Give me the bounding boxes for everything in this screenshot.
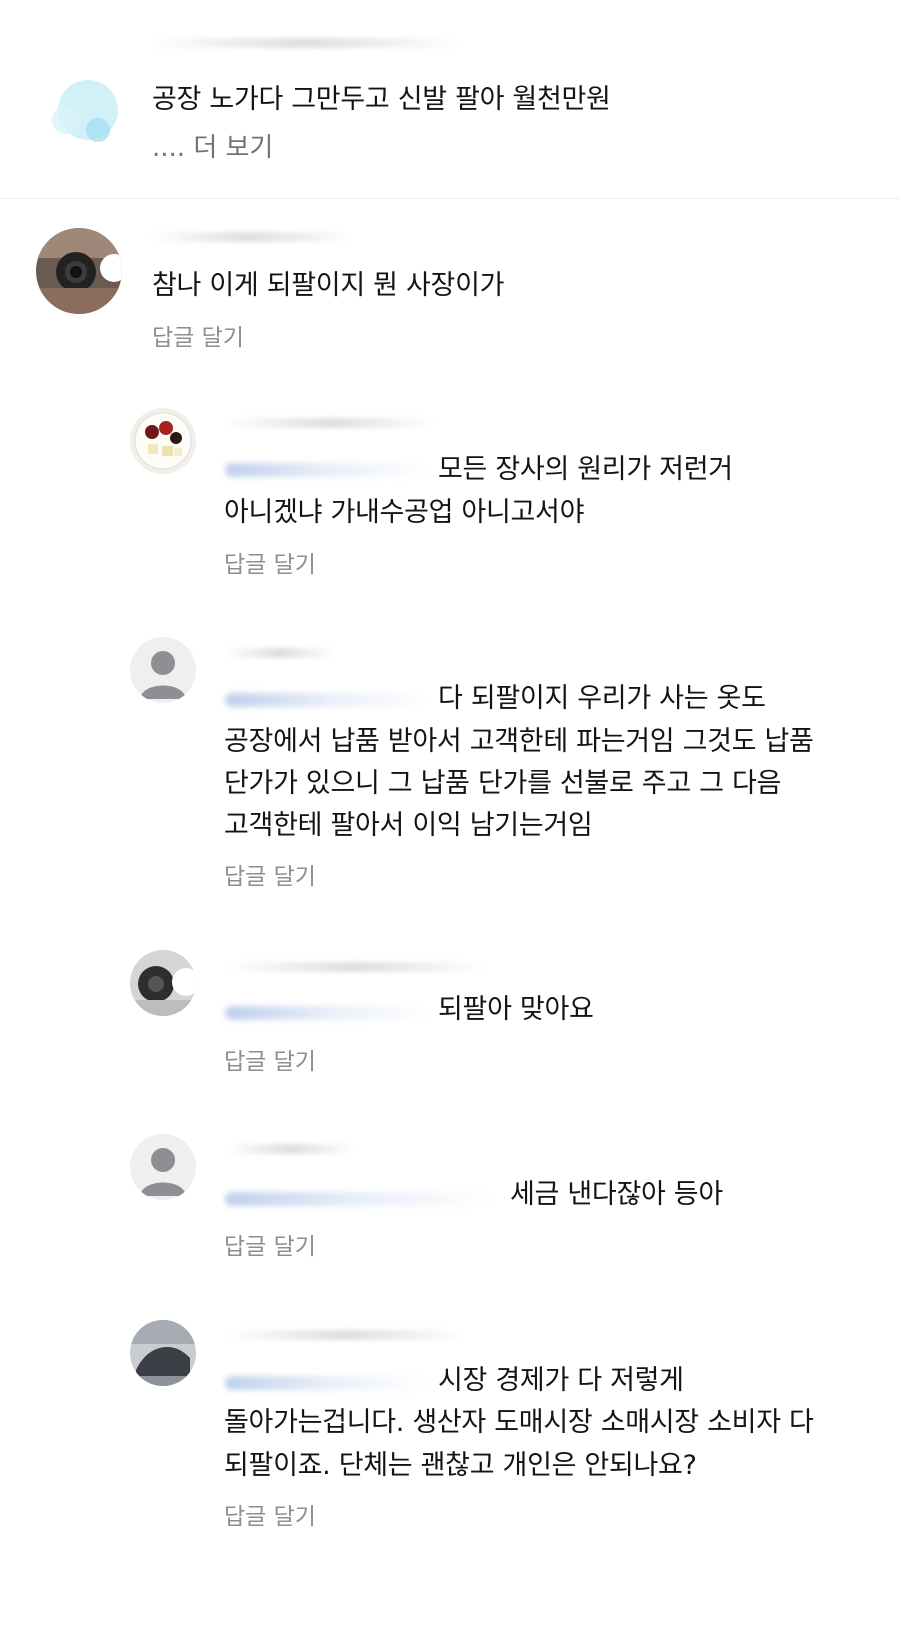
reply-button[interactable]: 답글 달기 <box>224 1042 316 1076</box>
reply-text-line: 시장 경제가 다 저렇게 <box>438 1365 684 1396</box>
reply-avatar[interactable] <box>130 950 196 1016</box>
reply-avatar[interactable] <box>130 408 196 474</box>
reply-avatar[interactable] <box>130 1320 196 1386</box>
reply-button[interactable]: 답글 달기 <box>224 1497 316 1531</box>
reply-text-line: 모든 장사의 원리가 저런거 <box>438 454 733 485</box>
reply-text-line: 아니겠냐 가내수공업 아니고서야 <box>224 497 585 528</box>
mention-redacted <box>225 693 430 707</box>
reply-username-redacted <box>225 648 335 658</box>
comment-text: 참나 이게 되팔이지 뭔 사장이가 <box>152 270 505 301</box>
see-more-link[interactable]: .... 더 보기 <box>152 127 273 164</box>
reply-button[interactable]: 답글 달기 <box>152 318 244 352</box>
reply-text-line: 되팔이죠. 단체는 괜찮고 개인은 안되나요? <box>224 1450 697 1481</box>
reply-username-redacted <box>225 418 435 428</box>
caption-divider <box>0 198 900 199</box>
caption-username-redacted <box>150 38 460 48</box>
mention-redacted <box>225 463 430 477</box>
reply-username-redacted <box>225 1330 465 1340</box>
mention-redacted <box>225 1376 430 1390</box>
caption-text: 공장 노가다 그만두고 신발 팔아 월천만원 <box>152 84 611 115</box>
reply-text-line: 세금 낸다잖아 등아 <box>510 1179 723 1210</box>
reply-text-line: 고객한테 팔아서 이익 남기는거임 <box>224 810 593 841</box>
caption-avatar[interactable] <box>36 70 122 156</box>
comment-username-redacted <box>150 232 350 242</box>
reply-username-redacted <box>225 1144 355 1154</box>
default-avatar-icon[interactable] <box>130 637 196 703</box>
default-avatar-icon[interactable] <box>130 1134 196 1200</box>
reply-text-line: 공장에서 납품 받아서 고객한테 파는거임 그것도 납품 <box>224 726 814 757</box>
reply-button[interactable]: 답글 달기 <box>224 545 316 579</box>
reply-button[interactable]: 답글 달기 <box>224 857 316 891</box>
post-caption: 공장 노가다 그만두고 신발 팔아 월천만원 .... 더 보기 <box>0 0 900 198</box>
reply-text-line: 되팔아 맞아요 <box>438 994 594 1025</box>
comment-avatar[interactable] <box>36 228 122 314</box>
reply-username-redacted <box>225 962 485 972</box>
mention-redacted <box>225 1006 430 1020</box>
reply-text-line: 돌아가는겁니다. 생산자 도매시장 소매시장 소비자 다 <box>224 1407 814 1438</box>
reply-button[interactable]: 답글 달기 <box>224 1227 316 1261</box>
reply-text-line: 다 되팔이지 우리가 사는 옷도 <box>438 683 766 714</box>
reply-text-line: 단가가 있으니 그 납품 단가를 선불로 주고 그 다음 <box>224 768 782 799</box>
mention-redacted <box>225 1192 495 1206</box>
